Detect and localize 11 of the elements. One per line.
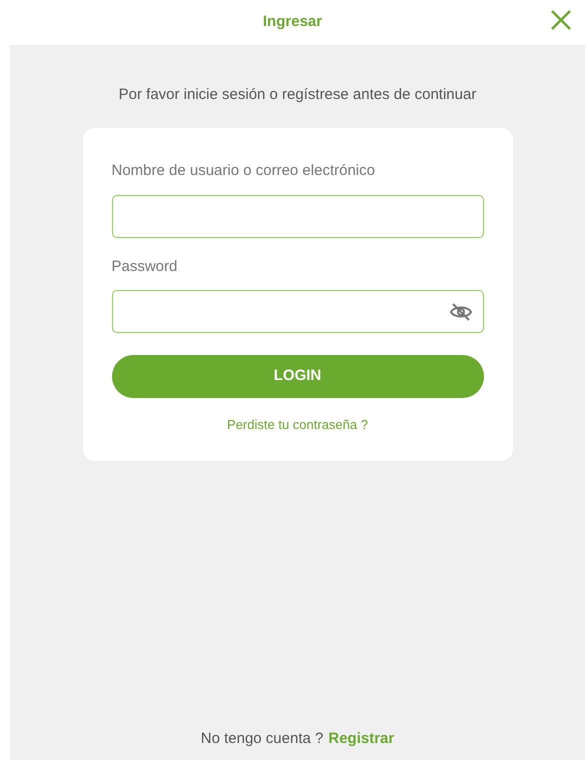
header-title: Ingresar xyxy=(262,12,322,32)
prompt-text: Por favor inicie sesión o regístrese antes de continuar xyxy=(118,86,478,104)
close-icon[interactable] xyxy=(549,8,573,32)
username-field[interactable] xyxy=(112,194,484,238)
password-field[interactable] xyxy=(112,290,484,333)
no-account-text: No tengo cuenta ? xyxy=(200,728,324,748)
field-label: Password xyxy=(112,256,178,276)
forgot-password-link[interactable]: Perdiste tu contraseña ? xyxy=(227,415,368,434)
field-label: Nombre de usuario o correo electrónico xyxy=(112,161,376,181)
login-button[interactable]: LOGIN xyxy=(112,355,484,398)
register-link[interactable]: Registrar xyxy=(328,728,394,750)
